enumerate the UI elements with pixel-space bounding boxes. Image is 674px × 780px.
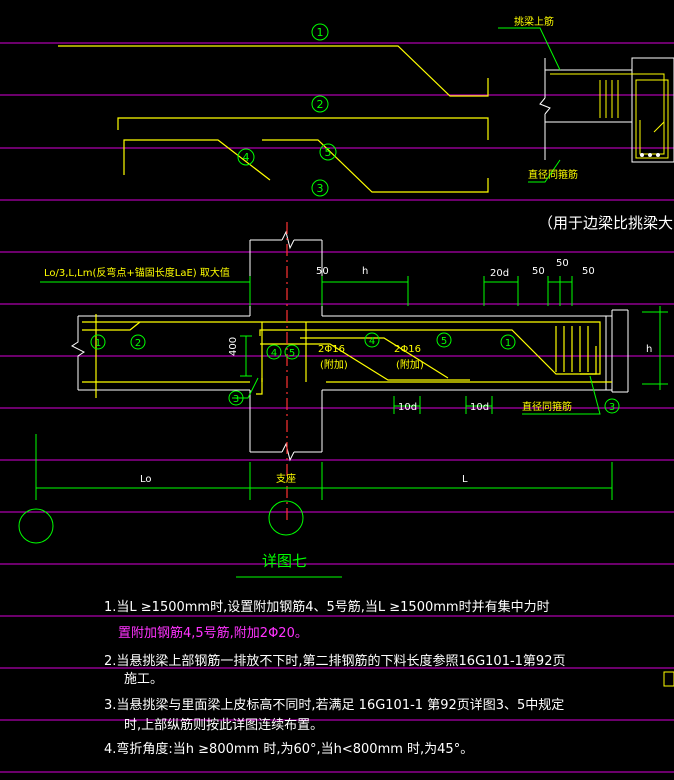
dim-10d-b: 10d <box>470 402 489 413</box>
dimensions <box>35 276 668 500</box>
dim-h-right: h <box>646 344 652 355</box>
column-outline <box>249 230 323 462</box>
marker-4-top-label: 4 <box>243 151 250 164</box>
marker-2-top-label: 2 <box>317 98 324 111</box>
edge-beam-note: （用于边梁比挑梁大时） <box>538 214 674 232</box>
marker-3-right: 3 <box>609 402 615 413</box>
dim-50-a: 50 <box>316 266 329 277</box>
edge-beam-section: 挑梁上筋 直径同箍筋 （用于边梁比挑梁大时） <box>498 15 674 232</box>
bar-2-shape <box>117 117 489 140</box>
grid-bubble-mid <box>268 500 304 536</box>
note-4: 4.弯折角度:当h ≥800mm 时,为60°,当h<800mm 时,为45°。 <box>104 742 474 757</box>
dim-h-top: h <box>362 266 368 277</box>
marker-1-left: 1 <box>95 338 101 349</box>
drawing-canvas: 1 2 5 4 3 挑梁上筋 直径同箍筋 （用于边梁比挑梁大 1 2 4 5 4… <box>0 0 674 780</box>
dim-400: 400 <box>228 337 239 356</box>
note-2-cont: 施工。 <box>124 672 164 687</box>
marker-1-right: 1 <box>505 338 511 349</box>
rebar-2-left <box>82 321 141 331</box>
edge-stirrup-top-label: 直径同箍筋 <box>528 168 578 181</box>
dim-50-b: 50 <box>532 266 545 277</box>
marker-5-beam: 5 <box>441 336 447 347</box>
edge-stirrup-bottom: 直径同箍筋 <box>522 400 572 413</box>
detail-title: 详图七 <box>262 552 307 570</box>
grid-bubbles <box>18 500 304 544</box>
edge-fragment <box>663 671 674 687</box>
dim-50-c: 50 <box>556 258 569 269</box>
note-1-cont: 置附加钢筋4,5号筋,附加2Φ20。 <box>118 626 308 641</box>
main-elevation: 1 2 4 5 4 5 1 3 3 Lo/3,L,Lm(反弯点+锚固长度LaE)… <box>35 222 668 520</box>
note-1: 1.当L ≥1500mm时,设置附加钢筋4、5号筋,当L ≥1500mm时并有集… <box>104 600 550 615</box>
marker-3-top-label: 3 <box>317 182 324 195</box>
bar-added-b: (附加) <box>396 358 424 371</box>
bar-2phi16-b: 2Φ16 <box>394 344 421 355</box>
span-l: L <box>462 474 468 485</box>
dim-10d-a: 10d <box>398 402 417 413</box>
dim-50-d: 50 <box>582 266 595 277</box>
span-lo: Lo <box>140 474 152 485</box>
marker-1-top-label: 1 <box>317 26 324 39</box>
support-label: 支座 <box>276 472 296 485</box>
bar-added-a: (附加) <box>320 358 348 371</box>
marker-4-mid: 4 <box>271 348 277 359</box>
note-2: 2.当悬挑梁上部钢筋一排放不下时,第二排钢筋的下料长度参照16G101-1第92… <box>104 654 566 669</box>
bar-1-shape <box>58 45 489 97</box>
bar-2phi16-a: 2Φ16 <box>318 344 345 355</box>
dim-20d: 20d <box>490 268 509 279</box>
marker-5-mid: 5 <box>289 348 295 359</box>
anchor-formula: Lo/3,L,Lm(反弯点+锚固长度LaE) 取大值 <box>44 266 230 279</box>
marker-4-beam: 4 <box>369 336 375 347</box>
bar-schedule <box>58 45 489 193</box>
overhang-top-rebar-label: 挑梁上筋 <box>514 15 554 28</box>
elevation-markers <box>90 332 620 414</box>
marker-5-top-label: 5 <box>325 146 332 159</box>
marker-2-left: 2 <box>135 338 141 349</box>
grid-bubble-left <box>18 508 54 544</box>
note-3-cont: 时,上部纵筋则按此详图连续布置。 <box>124 718 324 733</box>
marker-3-left: 3 <box>233 394 239 405</box>
note-3: 3.当悬挑梁与里面梁上皮标高不同时,若满足 16G101-1 第92页详图3、5… <box>104 698 565 713</box>
rebar-2-right <box>259 329 597 375</box>
